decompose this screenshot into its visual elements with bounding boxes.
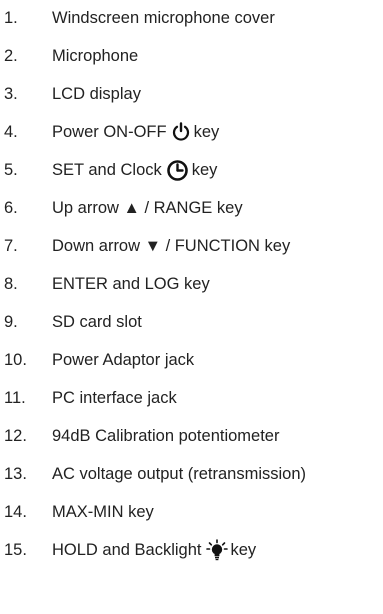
item-number: 9. [4, 312, 18, 331]
item-number: 11. [4, 388, 26, 407]
item-number: 3. [4, 84, 18, 103]
item-label-group: Down arrow ▼ / FUNCTION key [52, 237, 290, 256]
item-label-suffix: / FUNCTION key [165, 236, 291, 255]
item-label: Power Adaptor jack [52, 350, 195, 369]
item-label-group: HOLD and Backlight key [52, 539, 256, 561]
item-number: 13. [4, 464, 27, 483]
item-label-group: Up arrow ▲ / RANGE key [52, 199, 243, 218]
item-label-suffix: key [230, 540, 257, 559]
item-number: 2. [4, 46, 18, 65]
item-label: Windscreen microphone cover [52, 8, 275, 27]
item-label: AC voltage output (retransmission) [52, 464, 307, 483]
item-label: ENTER and LOG key [52, 274, 210, 293]
backlight-bulb-icon [205, 539, 228, 561]
item-number: 6. [4, 198, 18, 217]
item-label-group: Power ON-OFF key [52, 122, 219, 142]
item-number: 7. [4, 236, 18, 255]
down-arrow-icon: ▼ [144, 236, 161, 255]
item-number: 1. [4, 8, 18, 27]
item-label: Power ON-OFF [52, 122, 167, 141]
item-label: Microphone [52, 46, 139, 65]
item-label-suffix: key [191, 160, 218, 179]
clock-icon [166, 159, 189, 182]
item-label: MAX-MIN key [52, 502, 154, 521]
item-number: 8. [4, 274, 18, 293]
item-number: 14. [4, 502, 27, 521]
item-label: Down arrow [52, 236, 141, 255]
item-number: 12. [4, 426, 27, 445]
item-label: LCD display [52, 84, 141, 103]
item-number: 5. [4, 160, 18, 179]
power-icon [171, 122, 191, 142]
item-label: Up arrow [52, 198, 119, 217]
item-number: 4. [4, 122, 18, 141]
item-number: 10. [4, 350, 27, 369]
item-label: PC interface jack [52, 388, 177, 407]
item-label: HOLD and Backlight [52, 540, 202, 559]
item-label: 94dB Calibration potentiometer [52, 426, 280, 445]
component-list: 1. Windscreen microphone cover 2. Microp… [0, 0, 383, 614]
item-number: 15. [4, 540, 27, 559]
up-arrow-icon: ▲ [123, 198, 140, 217]
item-label-suffix: / RANGE key [144, 198, 243, 217]
item-label-suffix: key [193, 122, 220, 141]
item-label: SET and Clock [52, 160, 162, 179]
item-label-group: SET and Clock key [52, 159, 217, 182]
item-label: SD card slot [52, 312, 142, 331]
